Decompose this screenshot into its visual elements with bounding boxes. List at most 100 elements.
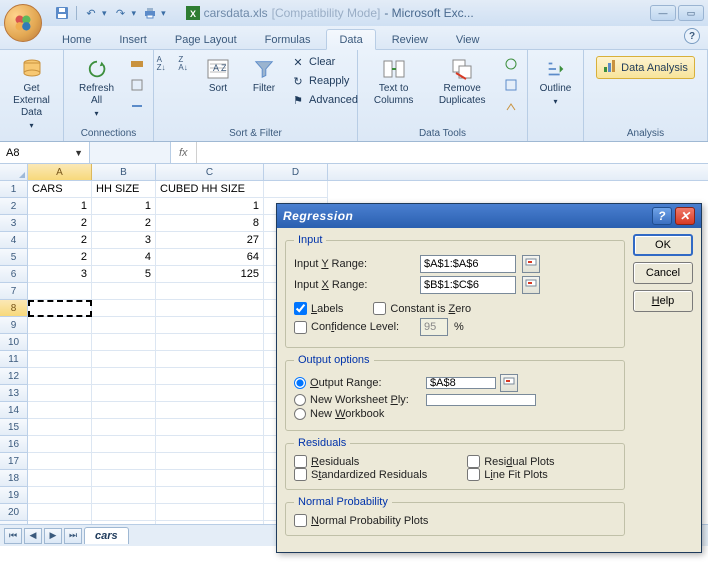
row-header[interactable]: 9 bbox=[0, 317, 28, 334]
row-header[interactable]: 17 bbox=[0, 453, 28, 470]
constant-zero-checkbox[interactable] bbox=[373, 302, 386, 315]
cell[interactable] bbox=[28, 283, 92, 300]
cell[interactable]: 3 bbox=[28, 266, 92, 283]
reapply-button[interactable]: ↻Reapply bbox=[289, 73, 360, 89]
closewindow-button[interactable]: ▭ bbox=[678, 5, 704, 21]
cell[interactable] bbox=[156, 317, 264, 334]
cell[interactable] bbox=[156, 419, 264, 436]
office-button[interactable] bbox=[4, 4, 42, 42]
minimize-button[interactable]: — bbox=[650, 5, 676, 21]
cell[interactable] bbox=[92, 419, 156, 436]
normprob-checkbox[interactable] bbox=[294, 514, 307, 527]
row-header[interactable]: 5 bbox=[0, 249, 28, 266]
row-header[interactable]: 1 bbox=[0, 181, 28, 198]
cell[interactable]: CARS bbox=[28, 181, 92, 198]
name-box[interactable]: A8 ▼ bbox=[0, 142, 90, 163]
row-header[interactable]: 3 bbox=[0, 215, 28, 232]
cell[interactable] bbox=[92, 283, 156, 300]
cell[interactable]: HH SIZE bbox=[92, 181, 156, 198]
cell[interactable]: 1 bbox=[28, 198, 92, 215]
yrange-input[interactable] bbox=[420, 255, 516, 273]
cell[interactable] bbox=[156, 300, 264, 317]
cell[interactable]: 1 bbox=[156, 198, 264, 215]
outline-button[interactable]: Outline▾ bbox=[535, 54, 577, 110]
row-header[interactable]: 7 bbox=[0, 283, 28, 300]
output-range-input[interactable] bbox=[426, 377, 496, 389]
cell[interactable] bbox=[92, 504, 156, 521]
row-header[interactable]: 18 bbox=[0, 470, 28, 487]
cell[interactable] bbox=[92, 402, 156, 419]
new-worksheet-radio[interactable] bbox=[294, 394, 306, 406]
get-external-data-button[interactable]: Get External Data▾ bbox=[6, 54, 57, 134]
std-residuals-checkbox[interactable] bbox=[294, 468, 307, 481]
fx-icon[interactable]: fx bbox=[171, 147, 196, 159]
output-range-picker-icon[interactable] bbox=[500, 374, 518, 392]
cell[interactable] bbox=[28, 419, 92, 436]
cell[interactable]: 1 bbox=[92, 198, 156, 215]
cell[interactable] bbox=[28, 402, 92, 419]
tab-pagelayout[interactable]: Page Layout bbox=[163, 30, 249, 49]
cell[interactable]: CUBED HH SIZE bbox=[156, 181, 264, 198]
row-header[interactable]: 15 bbox=[0, 419, 28, 436]
cell[interactable] bbox=[92, 487, 156, 504]
cell[interactable]: 64 bbox=[156, 249, 264, 266]
confidence-checkbox[interactable] bbox=[294, 321, 307, 334]
qat-dropdown-icon[interactable]: ▾ bbox=[161, 8, 166, 19]
ok-button[interactable]: OK bbox=[633, 234, 693, 256]
cell[interactable] bbox=[92, 385, 156, 402]
cell[interactable] bbox=[28, 453, 92, 470]
cell[interactable] bbox=[28, 351, 92, 368]
cell[interactable] bbox=[28, 504, 92, 521]
tab-formulas[interactable]: Formulas bbox=[253, 30, 323, 49]
cell[interactable] bbox=[92, 470, 156, 487]
cell[interactable]: 27 bbox=[156, 232, 264, 249]
residuals-checkbox[interactable] bbox=[294, 455, 307, 468]
consolidate-icon[interactable] bbox=[501, 75, 521, 95]
undo-icon[interactable]: ↶ bbox=[83, 5, 99, 21]
cell[interactable] bbox=[156, 504, 264, 521]
cell[interactable] bbox=[92, 317, 156, 334]
cell[interactable] bbox=[28, 317, 92, 334]
redo-icon[interactable]: ↷ bbox=[113, 5, 129, 21]
cell[interactable] bbox=[28, 300, 92, 317]
help-button[interactable]: Help bbox=[633, 290, 693, 312]
cell[interactable] bbox=[28, 436, 92, 453]
col-header-B[interactable]: B bbox=[92, 164, 156, 180]
cell[interactable] bbox=[92, 334, 156, 351]
filter-button[interactable]: Filter bbox=[243, 54, 285, 98]
cell[interactable]: 2 bbox=[28, 249, 92, 266]
cell[interactable] bbox=[264, 181, 328, 198]
cell[interactable] bbox=[92, 300, 156, 317]
select-all-corner[interactable] bbox=[0, 164, 28, 180]
advanced-button[interactable]: ⚑Advanced bbox=[289, 92, 360, 108]
output-range-radio[interactable] bbox=[294, 377, 306, 389]
text-to-columns-button[interactable]: Text to Columns bbox=[364, 54, 423, 110]
sheet-nav-last[interactable]: ⏭ bbox=[64, 528, 82, 544]
cell[interactable] bbox=[28, 368, 92, 385]
row-header[interactable]: 13 bbox=[0, 385, 28, 402]
cell[interactable] bbox=[156, 436, 264, 453]
cell[interactable] bbox=[28, 470, 92, 487]
remove-duplicates-button[interactable]: Remove Duplicates bbox=[427, 54, 497, 110]
editlinks-icon[interactable] bbox=[127, 96, 147, 116]
cell[interactable]: 2 bbox=[28, 215, 92, 232]
new-workbook-radio[interactable] bbox=[294, 408, 306, 420]
ribbon-help-icon[interactable]: ? bbox=[684, 28, 700, 44]
col-header-C[interactable]: C bbox=[156, 164, 264, 180]
cell[interactable]: 2 bbox=[28, 232, 92, 249]
row-header[interactable]: 2 bbox=[0, 198, 28, 215]
row-header[interactable]: 8 bbox=[0, 300, 28, 317]
row-header[interactable]: 16 bbox=[0, 436, 28, 453]
row-header[interactable]: 6 bbox=[0, 266, 28, 283]
tab-review[interactable]: Review bbox=[380, 30, 440, 49]
sort-za-icon[interactable]: ZA↓ bbox=[173, 54, 193, 74]
dialog-close-icon[interactable]: ✕ bbox=[675, 207, 695, 225]
chevron-down-icon[interactable]: ▼ bbox=[74, 148, 83, 158]
xrange-picker-icon[interactable] bbox=[522, 276, 540, 294]
cell[interactable] bbox=[156, 368, 264, 385]
row-header[interactable]: 14 bbox=[0, 402, 28, 419]
yrange-picker-icon[interactable] bbox=[522, 255, 540, 273]
data-analysis-button[interactable]: Data Analysis bbox=[596, 56, 695, 79]
cell[interactable] bbox=[28, 385, 92, 402]
quickprint-icon[interactable] bbox=[142, 5, 158, 21]
